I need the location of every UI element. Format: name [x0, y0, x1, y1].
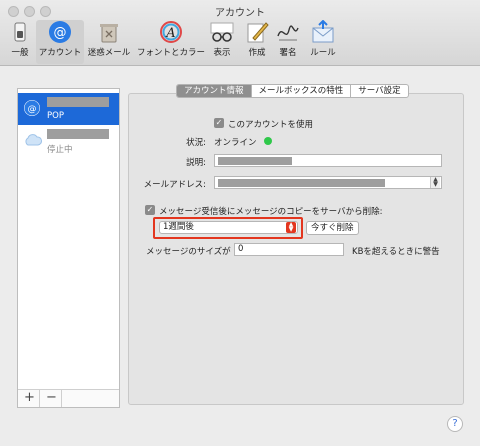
- account-item-pop[interactable]: @ POP: [18, 93, 119, 125]
- remove-copy-label: メッセージ受信後にメッセージのコピーをサーバから削除:: [159, 207, 383, 217]
- accounts-sidebar: @ POP 停止中 + −: [17, 88, 120, 408]
- tab-mailbox-behaviors[interactable]: メールボックスの特性: [250, 85, 351, 97]
- title-bar: アカウント 一般 @ アカウント 迷惑メール A フォントとカラー 表示 作成 …: [0, 0, 480, 66]
- toolbar-accounts[interactable]: @ アカウント: [36, 20, 84, 64]
- switch-icon: [8, 20, 32, 44]
- toolbar-fonts-colors[interactable]: A フォントとカラー: [136, 20, 206, 64]
- settings-tabs: アカウント情報 メールボックスの特性 サーバ設定: [176, 84, 409, 98]
- add-account-button[interactable]: +: [20, 390, 40, 407]
- chevron-updown-icon: ▲ ▼: [286, 222, 296, 233]
- glasses-icon: [210, 20, 234, 44]
- online-status-icon: [264, 137, 272, 145]
- sidebar-footer: + −: [18, 389, 119, 407]
- signature-icon: [276, 20, 300, 44]
- email-popup[interactable]: ▲ ▼: [214, 176, 442, 189]
- rules-icon: [311, 19, 335, 44]
- account-item-icloud[interactable]: 停止中: [18, 125, 119, 157]
- email-label: メールアドレス:: [143, 180, 206, 190]
- toolbar-composing[interactable]: 作成: [243, 20, 271, 64]
- trash-icon: [97, 20, 121, 44]
- toolbar-viewing[interactable]: 表示: [208, 20, 236, 64]
- remove-copy-checkbox[interactable]: ✓: [145, 205, 155, 215]
- help-button[interactable]: ?: [447, 416, 463, 432]
- toolbar-rules[interactable]: ルール: [307, 19, 339, 64]
- account-name-redacted: [47, 97, 109, 107]
- size-suffix-label: KBを超えるときに警告: [352, 247, 440, 257]
- description-field[interactable]: [214, 154, 442, 167]
- compose-icon: [245, 20, 269, 44]
- description-redacted: [218, 157, 292, 165]
- at-sign-icon: @: [48, 20, 72, 44]
- remove-period-value: 1週間後: [163, 222, 194, 232]
- enable-account-checkbox[interactable]: ✓: [214, 118, 224, 128]
- status-label: 状況:: [186, 138, 206, 148]
- cloud-icon: [24, 132, 42, 148]
- at-sign-icon: @: [24, 100, 40, 116]
- window-title: アカウント: [215, 8, 265, 19]
- toolbar-general[interactable]: 一般: [6, 20, 34, 64]
- svg-text:@: @: [28, 105, 37, 115]
- tab-account-info[interactable]: アカウント情報: [177, 85, 251, 97]
- remove-account-button[interactable]: −: [42, 390, 62, 407]
- size-value: 0: [238, 244, 244, 254]
- font-icon: A: [159, 20, 183, 44]
- preferences-window: アカウント 一般 @ アカウント 迷惑メール A フォントとカラー 表示 作成 …: [0, 0, 480, 446]
- chevron-updown-icon: ▲ ▼: [430, 177, 440, 188]
- remove-period-popup[interactable]: 1週間後 ▲ ▼: [159, 221, 298, 234]
- tab-server-settings[interactable]: サーバ設定: [350, 85, 407, 97]
- svg-text:A: A: [165, 26, 175, 41]
- enable-account-label: このアカウントを使用: [228, 120, 314, 130]
- email-redacted: [218, 179, 385, 187]
- remove-now-button[interactable]: 今すぐ削除: [306, 221, 359, 235]
- account-type-label: POP: [47, 111, 64, 121]
- account-status-label: 停止中: [47, 145, 73, 155]
- description-label: 説明:: [186, 158, 206, 168]
- size-prefix-label: メッセージのサイズが: [146, 247, 231, 257]
- toolbar-signatures[interactable]: 署名: [273, 20, 303, 64]
- svg-text:@: @: [54, 26, 67, 41]
- size-field[interactable]: 0: [234, 243, 344, 256]
- status-value: オンライン: [214, 138, 257, 148]
- toolbar-junk-mail[interactable]: 迷惑メール: [86, 20, 132, 64]
- account-name-redacted: [47, 129, 109, 139]
